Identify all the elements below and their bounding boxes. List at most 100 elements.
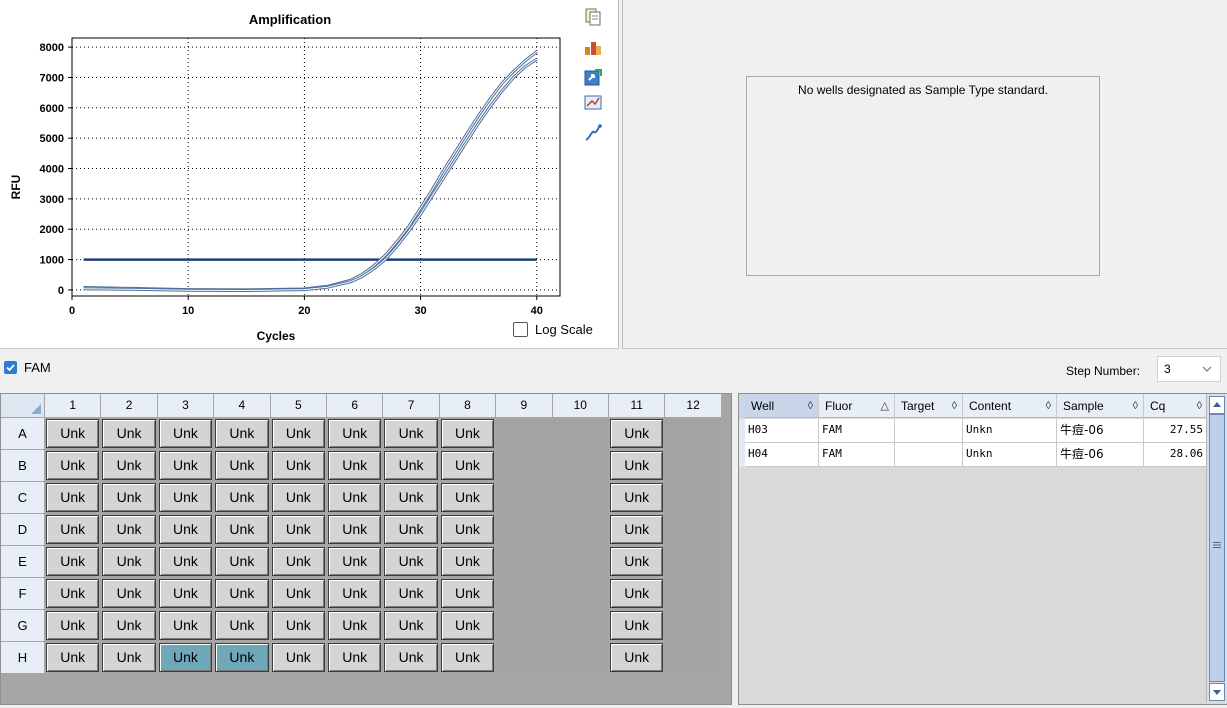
plate-well[interactable]: Unk: [271, 483, 325, 512]
plate-well[interactable]: Unk: [158, 515, 213, 544]
results-cell-well[interactable]: H03: [745, 419, 819, 443]
scroll-down-button[interactable]: [1209, 683, 1225, 701]
plate-well[interactable]: Unk: [215, 483, 269, 512]
export-icon[interactable]: [584, 68, 602, 86]
scroll-up-button[interactable]: [1209, 396, 1225, 414]
row-header[interactable]: B: [1, 450, 44, 481]
plate-well-empty[interactable]: [552, 450, 608, 481]
plate-well-empty[interactable]: [665, 546, 721, 577]
chart-settings-icon[interactable]: [584, 38, 602, 56]
plate-well[interactable]: Unk: [46, 515, 100, 544]
scroll-thumb[interactable]: [1209, 414, 1225, 682]
plate-well[interactable]: Unk: [610, 451, 664, 480]
row-header[interactable]: C: [1, 482, 44, 513]
plate-well-empty[interactable]: [496, 482, 552, 513]
results-cell-cq[interactable]: 27.55: [1144, 419, 1208, 443]
sort-icon[interactable]: ◊: [952, 394, 957, 418]
plate-well[interactable]: Unk: [610, 643, 664, 672]
plate-well[interactable]: Unk: [158, 483, 213, 512]
plate-well-empty[interactable]: [552, 482, 608, 513]
plate-well[interactable]: Unk: [271, 547, 325, 576]
plate-well[interactable]: Unk: [440, 611, 495, 640]
plate-well-empty[interactable]: [496, 578, 552, 609]
plate-well[interactable]: Unk: [328, 547, 382, 576]
results-cell-fluor[interactable]: FAM: [819, 443, 895, 467]
sort-icon[interactable]: ◊: [1197, 394, 1202, 418]
plate-well-empty[interactable]: [552, 514, 608, 545]
plate-well[interactable]: Unk: [384, 483, 438, 512]
column-header[interactable]: 2: [101, 394, 157, 417]
sort-icon[interactable]: ◊: [1046, 394, 1051, 418]
row-header[interactable]: H: [1, 642, 44, 673]
step-number-select[interactable]: 3: [1157, 356, 1221, 382]
plate-well[interactable]: Unk: [328, 643, 382, 672]
plate-well[interactable]: Unk: [215, 419, 269, 448]
select-all-corner[interactable]: [1, 394, 44, 417]
plate-well[interactable]: Unk: [271, 451, 325, 480]
plate-well-empty[interactable]: [665, 418, 721, 449]
column-header-well[interactable]: Well ◊: [745, 394, 819, 418]
plate-well[interactable]: Unk: [215, 579, 269, 608]
plate-well[interactable]: Unk: [328, 579, 382, 608]
plate-well-empty[interactable]: [665, 482, 721, 513]
column-header[interactable]: 6: [327, 394, 383, 417]
plate-well[interactable]: Unk: [328, 483, 382, 512]
results-cell-cq[interactable]: 28.06: [1144, 443, 1208, 467]
plate-well[interactable]: Unk: [271, 611, 325, 640]
plate-well-empty[interactable]: [552, 418, 608, 449]
plate-well[interactable]: Unk: [102, 419, 156, 448]
plate-well[interactable]: Unk: [610, 515, 664, 544]
plate-well[interactable]: Unk: [102, 547, 156, 576]
column-header[interactable]: 11: [609, 394, 665, 417]
plate-well[interactable]: Unk: [328, 611, 382, 640]
zoom-chart-icon[interactable]: [584, 94, 602, 112]
column-header[interactable]: 10: [552, 394, 608, 417]
plate-well[interactable]: Unk: [440, 419, 495, 448]
plate-well[interactable]: Unk: [158, 611, 213, 640]
plate-well[interactable]: Unk: [271, 643, 325, 672]
column-header-sample[interactable]: Sample ◊: [1057, 394, 1144, 418]
plate-well[interactable]: Unk: [46, 451, 100, 480]
plate-well-empty[interactable]: [665, 450, 721, 481]
plate-well-empty[interactable]: [665, 514, 721, 545]
plate-well-empty[interactable]: [496, 546, 552, 577]
results-cell-sample[interactable]: 牛痘-06: [1057, 443, 1144, 467]
plate-well[interactable]: Unk: [158, 419, 213, 448]
plate-well[interactable]: Unk: [158, 451, 213, 480]
plate-well[interactable]: Unk: [102, 611, 156, 640]
sort-icon[interactable]: △: [881, 394, 889, 418]
plate-well[interactable]: Unk: [610, 483, 664, 512]
copy-icon[interactable]: [584, 8, 602, 26]
column-header-cq[interactable]: Cq ◊: [1144, 394, 1208, 418]
row-header[interactable]: A: [1, 418, 44, 449]
row-header[interactable]: D: [1, 514, 44, 545]
plate-well[interactable]: Unk: [102, 515, 156, 544]
plate-well[interactable]: Unk: [46, 643, 100, 672]
column-header[interactable]: 5: [270, 394, 326, 417]
plate-well[interactable]: Unk: [384, 451, 438, 480]
plate-well[interactable]: Unk: [610, 611, 664, 640]
plate-well[interactable]: Unk: [610, 579, 664, 608]
row-header[interactable]: G: [1, 610, 44, 641]
plate-well[interactable]: Unk: [271, 419, 325, 448]
plate-well-empty[interactable]: [496, 642, 552, 673]
row-header[interactable]: E: [1, 546, 44, 577]
column-header-content[interactable]: Content ◊: [963, 394, 1057, 418]
plate-well[interactable]: Unk: [440, 483, 495, 512]
column-header-target[interactable]: Target ◊: [895, 394, 963, 418]
plate-well[interactable]: Unk: [440, 643, 495, 672]
plate-well-empty[interactable]: [665, 578, 721, 609]
plate-well[interactable]: Unk: [328, 451, 382, 480]
plate-well[interactable]: Unk: [215, 547, 269, 576]
plate-well[interactable]: Unk: [384, 611, 438, 640]
plate-well[interactable]: Unk: [102, 643, 156, 672]
plate-well-empty[interactable]: [496, 450, 552, 481]
plate-well[interactable]: Unk: [102, 483, 156, 512]
plate-well[interactable]: Unk: [215, 643, 269, 672]
column-header[interactable]: 3: [157, 394, 214, 417]
plate-well-empty[interactable]: [496, 418, 552, 449]
plate-well[interactable]: Unk: [328, 515, 382, 544]
results-cell-target[interactable]: [895, 419, 963, 443]
sort-icon[interactable]: ◊: [808, 394, 813, 418]
results-cell-sample[interactable]: 牛痘-06: [1057, 419, 1144, 443]
